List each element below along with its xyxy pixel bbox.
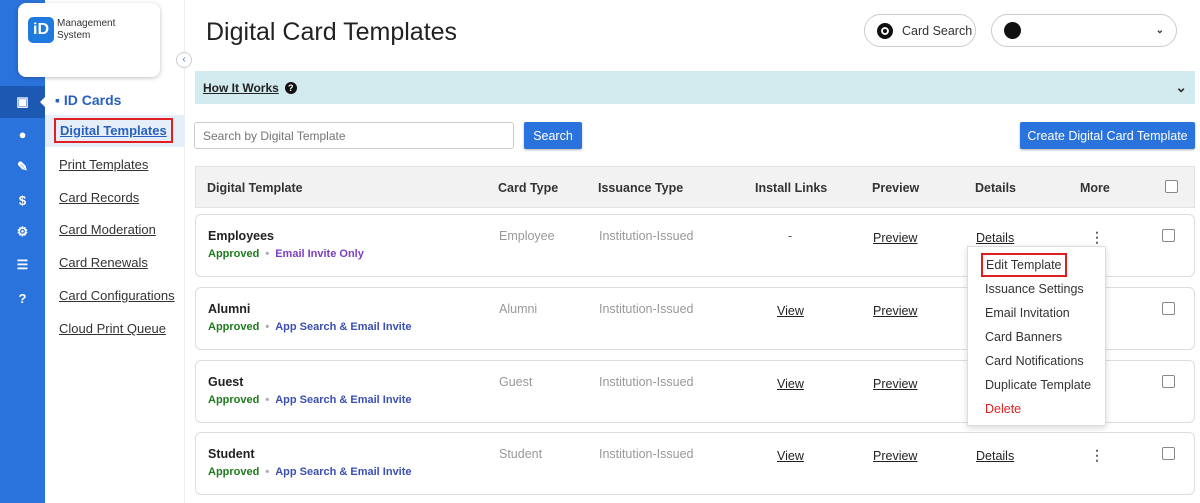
issuance-type: Institution-Issued — [599, 375, 694, 389]
install-link[interactable]: View — [777, 377, 804, 391]
search-icon — [877, 22, 893, 39]
more-options-icon[interactable]: ⋮ — [1090, 229, 1104, 246]
col-details: Details — [975, 181, 1016, 195]
chevron-down-icon: ⌄ — [1175, 79, 1187, 95]
invoice-icon[interactable]: $ — [0, 184, 45, 216]
subnav-card-renewals[interactable]: Card Renewals — [59, 255, 148, 270]
card-search-button[interactable]: Card Search — [864, 14, 976, 47]
status-line: Approved • App Search & Email Invite — [208, 321, 412, 333]
issuance-mode: App Search & Email Invite — [275, 466, 412, 478]
row-checkbox[interactable] — [1162, 447, 1175, 460]
install-link[interactable]: View — [777, 449, 804, 463]
card-type: Student — [499, 447, 543, 461]
search-input[interactable] — [194, 122, 514, 149]
help-icon[interactable]: ? — [0, 282, 45, 314]
logo-line2: System — [57, 30, 91, 41]
preview-link[interactable]: Preview — [873, 449, 917, 463]
status-badge: Approved — [208, 394, 260, 406]
separator-dot: • — [265, 466, 270, 478]
chevron-down-icon: ⌄ — [1155, 25, 1164, 36]
menu-duplicate-template[interactable]: Duplicate Template — [985, 378, 1091, 392]
separator-dot: • — [265, 321, 270, 333]
page-title: Digital Card Templates — [206, 18, 458, 46]
table-header: Digital Template Card Type Issuance Type… — [195, 166, 1195, 208]
preview-link[interactable]: Preview — [873, 231, 917, 245]
col-more: More — [1080, 181, 1110, 195]
row-checkbox[interactable] — [1162, 229, 1175, 242]
row-checkbox[interactable] — [1162, 375, 1175, 388]
subnav-print-templates[interactable]: Print Templates — [59, 157, 148, 172]
col-install-links: Install Links — [755, 181, 828, 195]
status-line: Approved • App Search & Email Invite — [208, 466, 412, 478]
search-button[interactable]: Search — [524, 122, 582, 149]
subnav-label: Digital Templates — [54, 118, 173, 143]
subnav-card-records[interactable]: Card Records — [59, 190, 139, 205]
how-it-works-bar[interactable]: How It Works ? ⌄ — [195, 71, 1195, 104]
subnav-heading: ▪ ID Cards — [55, 92, 122, 108]
status-line: Approved • Email Invite Only — [208, 248, 364, 260]
menu-card-banners[interactable]: Card Banners — [985, 330, 1062, 344]
collapse-sidebar-button[interactable]: ‹ — [176, 52, 192, 68]
status-badge: Approved — [208, 248, 260, 260]
create-template-button[interactable]: Create Digital Card Template — [1020, 122, 1195, 149]
card-type: Alumni — [499, 302, 538, 316]
subnav-card-moderation[interactable]: Card Moderation — [59, 222, 156, 237]
menu-edit-template[interactable]: Edit Template — [981, 253, 1067, 277]
col-digital-template[interactable]: Digital Template — [207, 181, 303, 195]
details-link[interactable]: Details — [976, 449, 1014, 463]
issuance-mode: App Search & Email Invite — [275, 394, 412, 406]
menu-issuance-settings[interactable]: Issuance Settings — [985, 282, 1084, 296]
template-name[interactable]: Alumni — [208, 302, 250, 316]
user-icon — [1004, 22, 1021, 39]
issuance-mode: App Search & Email Invite — [275, 321, 412, 333]
table-row: Student Approved • App Search & Email Invit… — [195, 432, 1195, 495]
preview-link[interactable]: Preview — [873, 377, 917, 391]
select-all-checkbox[interactable] — [1165, 180, 1178, 193]
plug-icon[interactable]: ✎ — [0, 151, 45, 183]
status-line: Approved • App Search & Email Invite — [208, 394, 412, 406]
more-menu: Edit Template Issuance Settings Email In… — [967, 246, 1106, 426]
logo[interactable]: iD Management System — [18, 3, 160, 77]
template-name[interactable]: Employees — [208, 229, 274, 243]
subnav-digital-templates[interactable]: Digital Templates — [45, 115, 185, 147]
chat-icon[interactable]: ● — [0, 118, 45, 150]
how-it-works-label: How It Works — [203, 80, 279, 95]
more-options-icon[interactable]: ⋮ — [1090, 447, 1104, 464]
details-link[interactable]: Details — [976, 231, 1014, 245]
card-type: Employee — [499, 229, 555, 243]
separator-dot: • — [265, 394, 270, 406]
list-icon[interactable]: ☰ — [0, 249, 45, 281]
subnav-heading-text: ID Cards — [63, 92, 122, 108]
menu-card-notifications[interactable]: Card Notifications — [985, 354, 1084, 368]
id-card-icon[interactable]: ▣ — [0, 86, 46, 118]
gear-icon[interactable]: ⚙ — [0, 216, 45, 248]
user-menu[interactable]: ⌄ — [991, 14, 1177, 47]
separator-dot: • — [265, 248, 270, 260]
logo-line1: Management — [57, 18, 116, 29]
install-link[interactable]: View — [777, 304, 804, 318]
issuance-type: Institution-Issued — [599, 447, 694, 461]
logo-mark: iD — [28, 17, 54, 43]
issuance-mode: Email Invite Only — [275, 248, 364, 260]
preview-link[interactable]: Preview — [873, 304, 917, 318]
subnav-cloud-print-queue[interactable]: Cloud Print Queue — [59, 321, 166, 336]
col-card-type[interactable]: Card Type — [498, 181, 558, 195]
col-preview: Preview — [872, 181, 920, 195]
card-type: Guest — [499, 375, 533, 389]
install-link: - — [788, 229, 793, 243]
status-badge: Approved — [208, 321, 260, 333]
template-name[interactable]: Student — [208, 447, 255, 461]
issuance-type: Institution-Issued — [599, 302, 694, 316]
row-checkbox[interactable] — [1162, 302, 1175, 315]
issuance-type: Institution-Issued — [599, 229, 694, 243]
card-search-label: Card Search — [902, 23, 973, 38]
template-name[interactable]: Guest — [208, 375, 243, 389]
status-badge: Approved — [208, 466, 260, 478]
menu-email-invitation[interactable]: Email Invitation — [985, 306, 1070, 320]
help-icon: ? — [284, 81, 297, 94]
subnav-card-configurations[interactable]: Card Configurations — [59, 288, 175, 303]
col-issuance-type[interactable]: Issuance Type — [598, 181, 683, 195]
menu-delete[interactable]: Delete — [985, 402, 1021, 416]
